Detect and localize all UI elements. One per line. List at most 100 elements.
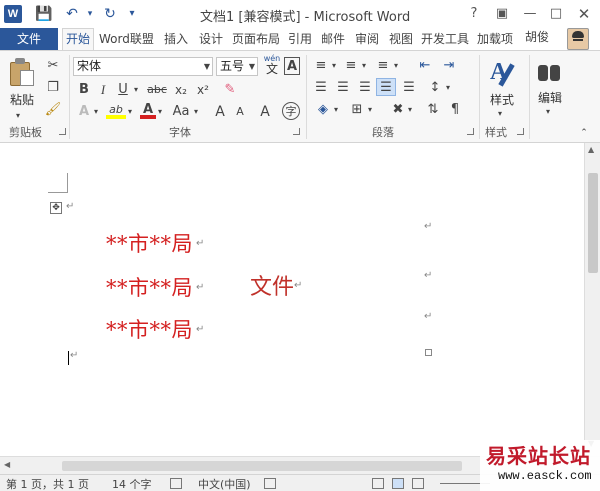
strikethrough-button[interactable]: abc: [146, 81, 168, 99]
clear-formatting-icon[interactable]: ✎: [220, 81, 240, 99]
superscript-button[interactable]: x²: [194, 81, 212, 99]
web-layout-icon[interactable]: [412, 478, 424, 489]
undo-dropdown-icon[interactable]: ▾: [80, 4, 100, 24]
scroll-left-icon[interactable]: ◀: [4, 460, 10, 469]
vertical-scrollbar[interactable]: ▲ ▼: [584, 143, 600, 456]
paste-dropdown-icon[interactable]: ▾: [16, 107, 20, 125]
tab-addins[interactable]: 加载项: [474, 28, 516, 50]
change-case-button[interactable]: Aa: [170, 103, 192, 121]
editing-dropdown-icon[interactable]: ▾: [546, 103, 550, 121]
text-effects-dropdown-icon[interactable]: ▾: [92, 103, 100, 121]
proofing-icon[interactable]: [170, 478, 182, 489]
tab-references[interactable]: 引用: [285, 28, 315, 50]
format-painter-icon[interactable]: 🖌: [44, 101, 62, 119]
copy-icon[interactable]: ❐: [44, 79, 62, 97]
bullets-dropdown-icon[interactable]: ▾: [330, 57, 338, 75]
tab-insert[interactable]: 插入: [161, 28, 191, 50]
tab-review[interactable]: 审阅: [352, 28, 382, 50]
enclose-characters-button[interactable]: 字: [282, 102, 300, 120]
language-indicator[interactable]: 中文(中国): [198, 476, 251, 491]
macro-record-icon[interactable]: [264, 478, 276, 489]
line-spacing-icon[interactable]: ↕: [426, 79, 444, 97]
customize-icon[interactable]: ▾: [122, 4, 142, 24]
phonetic-guide-icon[interactable]: wén 文: [263, 54, 281, 78]
word-logo-icon[interactable]: W: [4, 5, 22, 23]
document-canvas[interactable]: ✥ ↵ **市**局 ↵ ↵ **市**局 ↵ 文件 ↵ ↵ **市**局 ↵ …: [0, 143, 584, 456]
multilevel-dropdown-icon[interactable]: ▾: [392, 57, 400, 75]
redo-icon[interactable]: ↻: [100, 4, 120, 24]
italic-button[interactable]: I: [96, 81, 110, 99]
text-effects-button[interactable]: A: [76, 103, 92, 121]
undo-icon[interactable]: ↶: [62, 4, 82, 24]
clipboard-launcher-icon[interactable]: [59, 128, 66, 135]
user-name[interactable]: 胡俊: [525, 28, 549, 50]
tab-page-layout[interactable]: 页面布局: [229, 28, 283, 50]
tab-view[interactable]: 视图: [386, 28, 416, 50]
print-layout-icon[interactable]: [392, 478, 404, 489]
borders-dropdown-icon[interactable]: ▾: [366, 101, 374, 119]
table-move-handle-icon[interactable]: ✥: [50, 202, 62, 214]
tab-file[interactable]: 文件: [0, 28, 58, 50]
cut-icon[interactable]: ✂: [44, 57, 62, 75]
shading-dropdown-icon[interactable]: ▾: [332, 101, 340, 119]
show-marks-icon[interactable]: ¶: [448, 101, 462, 119]
restore-icon[interactable]: □: [545, 4, 567, 24]
grow-font-button[interactable]: A: [212, 103, 228, 121]
align-center-icon[interactable]: ☰: [334, 79, 352, 97]
font-name-select[interactable]: 宋体 ▼: [73, 57, 213, 76]
justify-icon[interactable]: ☰: [376, 78, 396, 96]
decrease-indent-icon[interactable]: ⇤: [416, 57, 434, 75]
paste-icon[interactable]: [10, 58, 36, 88]
line-spacing-dropdown-icon[interactable]: ▾: [444, 79, 452, 97]
collapse-ribbon-icon[interactable]: ⌃: [578, 124, 590, 142]
styles-dropdown-icon[interactable]: ▾: [498, 105, 502, 123]
bullets-icon[interactable]: ≡: [312, 57, 330, 75]
character-shading-icon[interactable]: A: [256, 103, 274, 121]
tab-mailings[interactable]: 邮件: [318, 28, 348, 50]
underline-dropdown-icon[interactable]: ▾: [132, 81, 140, 99]
save-icon[interactable]: 💾: [34, 4, 54, 24]
scroll-up-icon[interactable]: ▲: [588, 145, 594, 154]
chinese-layout-icon[interactable]: ✖: [388, 101, 408, 119]
table-resize-handle-icon[interactable]: [425, 349, 432, 356]
font-launcher-icon[interactable]: [293, 128, 300, 135]
shrink-font-button[interactable]: A: [232, 103, 248, 121]
chinese-layout-dropdown-icon[interactable]: ▾: [406, 101, 414, 119]
increase-indent-icon[interactable]: ⇥: [440, 57, 458, 75]
multilevel-list-icon[interactable]: ≡: [374, 57, 392, 75]
page-count[interactable]: 第 1 页，共 1 页: [6, 476, 89, 491]
minimize-icon[interactable]: —: [519, 4, 541, 24]
binoculars-icon[interactable]: [536, 63, 562, 85]
paragraph-launcher-icon[interactable]: [467, 128, 474, 135]
bold-button[interactable]: B: [77, 81, 91, 99]
tab-home[interactable]: 开始: [62, 28, 95, 50]
word-count[interactable]: 14 个字: [112, 476, 152, 491]
avatar[interactable]: [567, 28, 589, 50]
styles-icon[interactable]: A: [490, 59, 518, 87]
distributed-icon[interactable]: ☰: [400, 79, 418, 97]
tab-developer[interactable]: 开发工具: [418, 28, 472, 50]
font-size-select[interactable]: 五号 ▼: [216, 57, 258, 76]
ribbon-display-icon[interactable]: ▣: [491, 4, 513, 24]
scroll-thumb[interactable]: [588, 173, 598, 273]
font-color-button[interactable]: A: [140, 101, 156, 119]
character-border-icon[interactable]: A: [284, 57, 300, 75]
styles-launcher-icon[interactable]: [517, 128, 524, 135]
sort-icon[interactable]: ⇅: [424, 101, 442, 119]
font-color-dropdown-icon[interactable]: ▾: [156, 103, 164, 121]
align-right-icon[interactable]: ☰: [356, 79, 374, 97]
close-icon[interactable]: ✕: [573, 4, 595, 24]
subscript-button[interactable]: x₂: [172, 81, 190, 99]
highlight-dropdown-icon[interactable]: ▾: [126, 103, 134, 121]
align-left-icon[interactable]: ☰: [312, 79, 330, 97]
paste-button[interactable]: 粘贴: [10, 91, 34, 108]
highlight-button[interactable]: ab: [106, 101, 126, 119]
numbering-icon[interactable]: ≡: [342, 57, 360, 75]
change-case-dropdown-icon[interactable]: ▾: [192, 103, 200, 121]
borders-icon[interactable]: ⊞: [348, 101, 366, 119]
tab-design[interactable]: 设计: [196, 28, 226, 50]
tab-word-league[interactable]: Word联盟: [96, 28, 157, 50]
hscroll-thumb[interactable]: [62, 461, 462, 471]
numbering-dropdown-icon[interactable]: ▾: [360, 57, 368, 75]
shading-icon[interactable]: ◈: [314, 101, 332, 119]
